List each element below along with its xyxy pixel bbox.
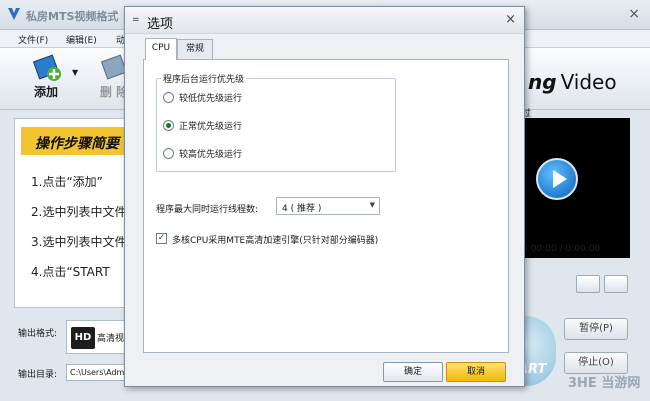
menu-edit[interactable]: 编辑(E) [66, 33, 97, 46]
tab-general[interactable]: 常规 [177, 39, 213, 59]
radio-low-indicator[interactable] [163, 92, 174, 103]
step-2: 2.选中列表中文件 [31, 205, 127, 219]
fullscreen-icon[interactable] [604, 275, 628, 293]
video-preview [520, 118, 630, 258]
dialog-title: 选项 [147, 17, 174, 32]
main-close-icon[interactable]: × [628, 6, 640, 22]
output-dir-field[interactable]: C:\Users\Adm [66, 364, 128, 381]
options-dialog: = 选项 × CPU 常规 程序后台运行优先级 较低优先级运行 正常优先级运行 … [124, 6, 525, 387]
main-window-title: 私房MTS视频格式 [26, 10, 119, 23]
dialog-title-bar: = 选项 × [125, 7, 524, 34]
priority-group: 程序后台运行优先级 较低优先级运行 正常优先级运行 较高优先级运行 [156, 72, 396, 172]
step-1: 1.点击“添加” [31, 175, 103, 189]
app-logo-icon [8, 8, 20, 20]
cpu-tab-panel: 程序后台运行优先级 较低优先级运行 正常优先级运行 较高优先级运行 程序最大同时… [143, 59, 509, 353]
chevron-down-icon: ▼ [369, 201, 375, 209]
output-dir-label: 输出目录: [18, 370, 58, 380]
max-threads-select[interactable]: 4 ( 推荐 ) ▼ [276, 197, 380, 215]
multicore-checkbox-box[interactable]: ✓ [156, 233, 167, 244]
snapshot-icon[interactable] [576, 275, 600, 293]
hd-icon: HD [71, 327, 95, 349]
add-film-icon [32, 54, 61, 81]
play-icon[interactable] [536, 158, 578, 200]
menu-file[interactable]: 文件(F) [18, 33, 48, 46]
dialog-menu-icon: = [132, 15, 140, 25]
pause-button[interactable]: 暂停(P) [564, 318, 628, 340]
brand-logo: ng Video [528, 70, 617, 94]
preview-time: 0:00:00 / 0:00:00 [522, 244, 601, 254]
max-threads-value: 4 ( 推荐 ) [282, 204, 322, 214]
step-3: 3.选中列表中文件 [31, 235, 127, 249]
steps-panel: 操作步骤简要 1.点击“添加” 2.选中列表中文件 3.选中列表中文件 4.点击… [14, 118, 129, 308]
priority-group-title: 程序后台运行优先级 [161, 72, 247, 85]
stop-button[interactable]: 停止(O) [564, 352, 628, 374]
tab-cpu[interactable]: CPU [145, 38, 177, 60]
multicore-label: 多核CPU采用MTE高清加速引擎(只针对部分编码器) [172, 236, 379, 246]
max-threads-label: 程序最大同时运行线程数: [156, 205, 259, 215]
radio-high-indicator[interactable] [163, 148, 174, 159]
step-4: 4.点击“START [31, 265, 110, 279]
output-format-selector[interactable]: HD 高清视频 [66, 320, 133, 354]
radio-normal-indicator[interactable] [163, 120, 174, 131]
steps-header: 操作步骤简要 [21, 127, 129, 155]
add-dropdown-icon[interactable]: ▼ [72, 68, 78, 77]
dialog-close-icon[interactable]: × [505, 12, 516, 27]
ok-button[interactable]: 确定 [383, 362, 443, 382]
output-format-label: 输出格式: [18, 329, 58, 339]
add-button-label: 添加 [33, 85, 58, 99]
watermark: 3HE 当游网 [568, 376, 641, 391]
cancel-button[interactable]: 取消 [446, 362, 506, 382]
add-button[interactable]: 添加 [16, 54, 76, 106]
